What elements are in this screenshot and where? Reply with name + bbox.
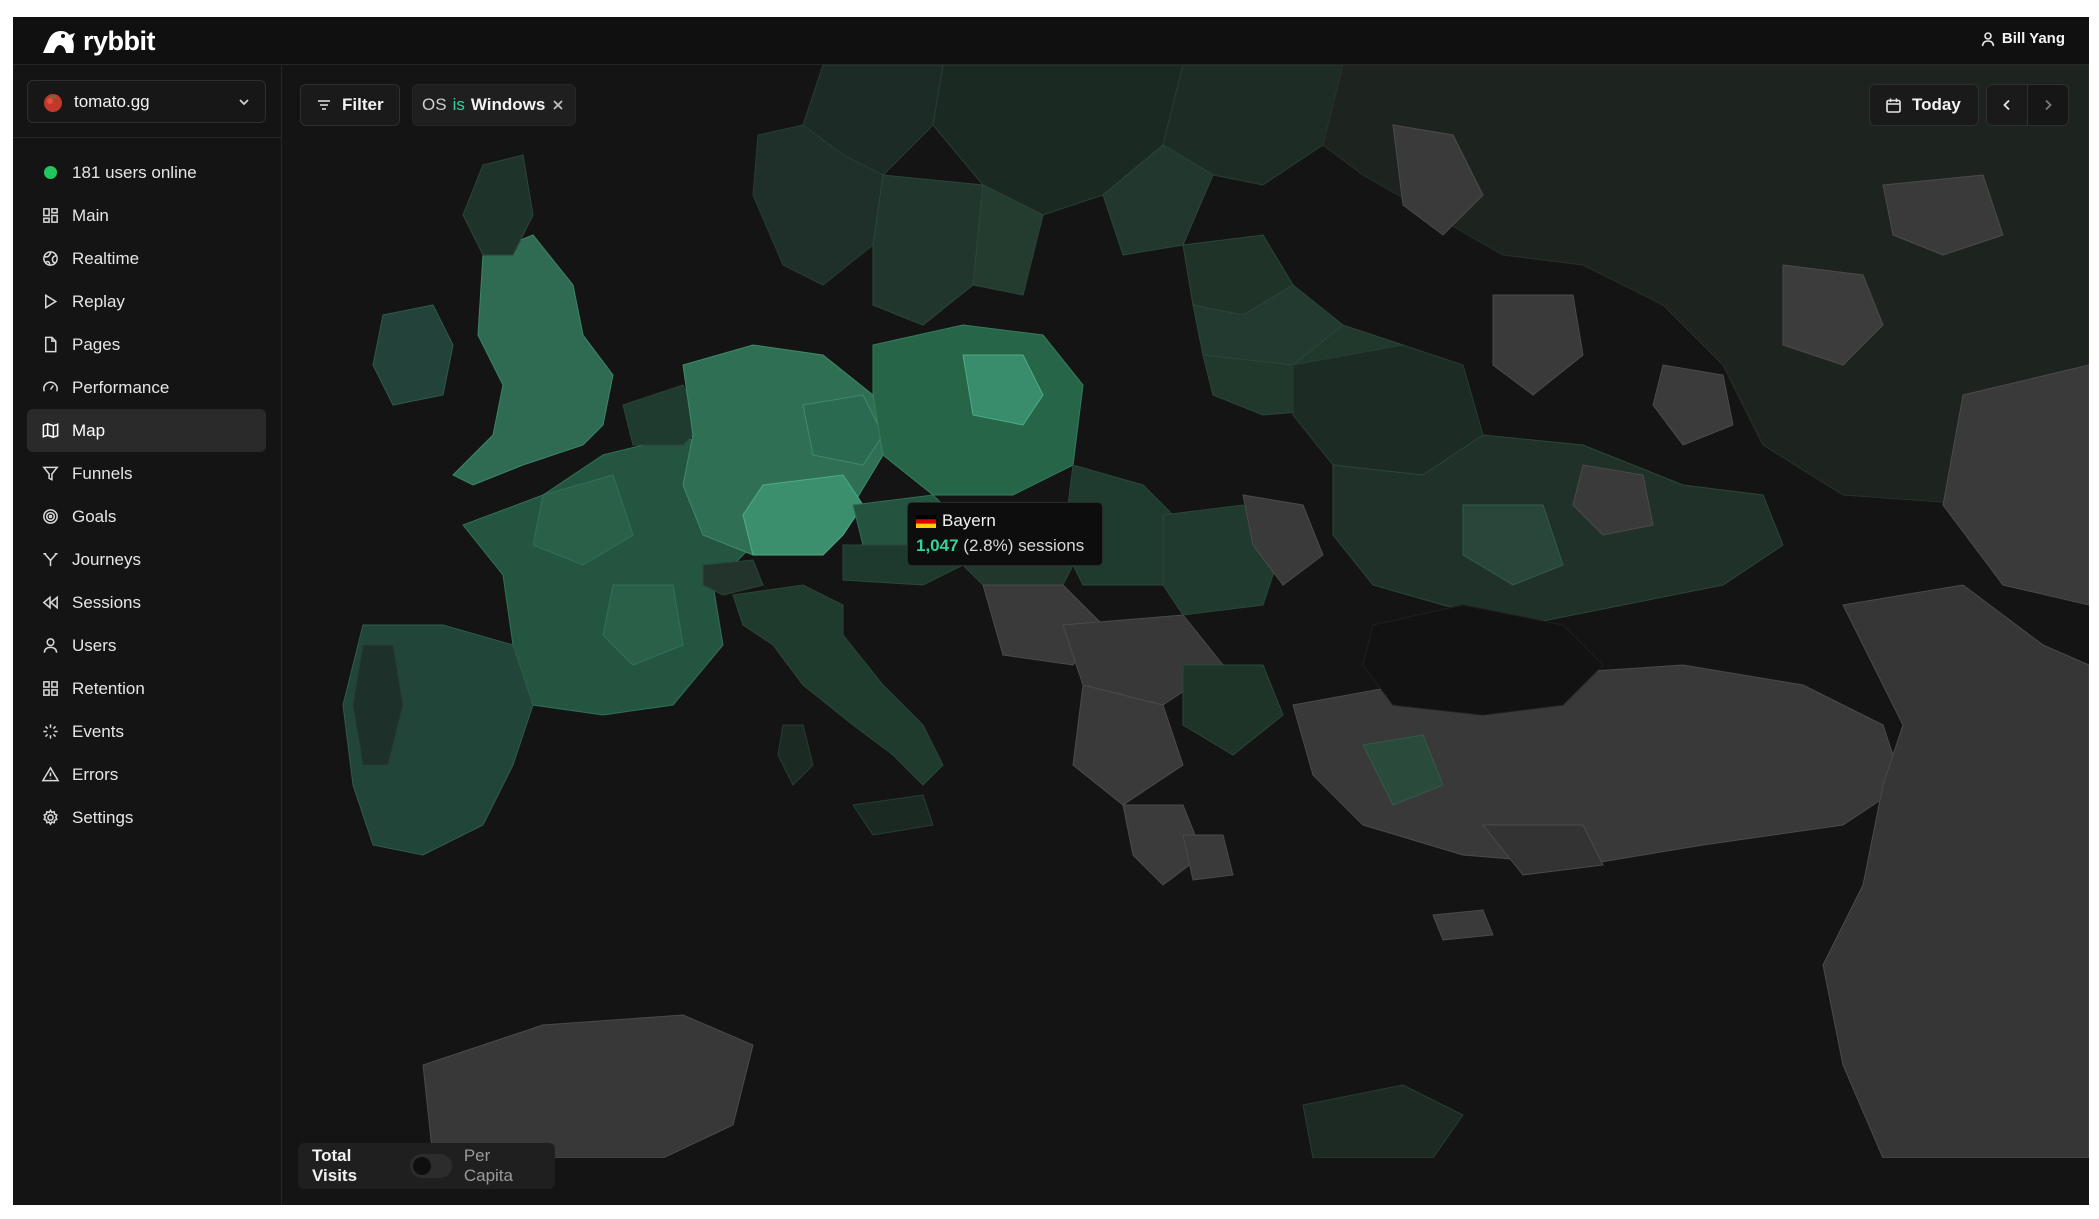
online-users-indicator: 181 users online [27, 151, 266, 194]
online-dot-icon [44, 166, 57, 179]
play-icon [44, 293, 58, 310]
funnel-icon [42, 466, 59, 481]
sidebar-item-label: Settings [72, 807, 134, 827]
sidebar: tomato.gg 181 users online Main Realtime… [13, 65, 282, 1205]
sidebar-item-map[interactable]: Map [27, 409, 266, 452]
map-area[interactable]: Filter OS is Windows Today Bayern 1,047 [283, 65, 2089, 1158]
filter-chip-value: Windows [470, 95, 546, 114]
split-icon [43, 553, 58, 567]
sidebar-item-label: Map [72, 420, 106, 440]
filter-button[interactable]: Filter [300, 84, 400, 126]
europe-choropleth-map[interactable] [283, 65, 2089, 1158]
gauge-icon [43, 381, 58, 392]
filter-chip-key: OS [422, 95, 447, 114]
sidebar-item-performance[interactable]: Performance [27, 366, 266, 409]
tomato-favicon-icon [44, 93, 62, 112]
sidebar-item-main[interactable]: Main [27, 194, 266, 237]
brand-name: rybbit [83, 25, 156, 56]
sidebar-item-label: Realtime [72, 248, 140, 268]
filter-chip-operator: is [452, 95, 465, 114]
sidebar-item-funnels[interactable]: Funnels [27, 452, 266, 495]
total-visits-label: Total Visits [312, 1146, 358, 1185]
logo[interactable]: rybbit [41, 25, 156, 57]
app-window: rybbit Bill Yang tomato.gg 181 users onl… [13, 17, 2089, 1205]
sidebar-nav: 181 users online Main Realtime Replay Pa… [27, 151, 266, 839]
map-icon [42, 423, 59, 438]
tooltip-region: Bayern [942, 511, 996, 530]
filter-chip[interactable]: OS is Windows [412, 84, 576, 126]
user-name: Bill Yang [2001, 30, 2065, 47]
sidebar-item-realtime[interactable]: Realtime [27, 237, 266, 280]
gear-icon [43, 808, 58, 826]
next-period-button[interactable] [2027, 84, 2069, 126]
calendar-icon [1886, 98, 1901, 113]
grid-icon [43, 681, 58, 696]
sidebar-item-retention[interactable]: Retention [27, 667, 266, 710]
sidebar-item-users[interactable]: Users [27, 624, 266, 667]
sidebar-item-errors[interactable]: Errors [27, 753, 266, 796]
user-icon [43, 638, 58, 653]
sidebar-item-label: Main [72, 205, 109, 225]
toggle-knob [412, 1157, 431, 1175]
sidebar-item-label: Pages [72, 334, 121, 354]
map-mode-toggle-bar: Total Visits Per Capita [298, 1143, 555, 1189]
file-icon [44, 336, 57, 353]
tooltip-sessions-value: 1,047 [916, 536, 959, 555]
de-flag-icon [916, 514, 936, 528]
rewind-icon [42, 595, 58, 610]
sidebar-item-label: Sessions [72, 592, 141, 612]
sidebar-item-label: Users [72, 635, 117, 655]
sidebar-item-label: Funnels [72, 463, 133, 483]
sidebar-item-events[interactable]: Events [27, 710, 266, 753]
filter-label: Filter [342, 95, 384, 114]
close-icon[interactable] [551, 98, 565, 112]
site-name: tomato.gg [74, 91, 150, 111]
sidebar-item-label: Goals [72, 506, 117, 526]
chevron-left-icon [2003, 99, 2010, 111]
grid-icon [43, 208, 58, 223]
date-label: Today [1912, 95, 1961, 114]
sparkle-icon [43, 724, 58, 739]
map-tooltip: Bayern 1,047 (2.8%) sessions [907, 502, 1103, 566]
sidebar-item-label: Replay [72, 291, 125, 311]
user-icon [1981, 31, 1995, 46]
warning-icon [41, 766, 60, 782]
filter-lines-icon [318, 100, 330, 110]
top-bar: rybbit Bill Yang [13, 17, 2089, 65]
sidebar-item-journeys[interactable]: Journeys [27, 538, 266, 581]
date-picker-button[interactable]: Today [1869, 84, 1979, 126]
sidebar-item-label: Events [72, 721, 124, 741]
frog-logo-icon [43, 31, 75, 53]
sidebar-item-replay[interactable]: Replay [27, 280, 266, 323]
target-icon [43, 509, 58, 524]
per-capita-toggle[interactable] [409, 1154, 452, 1178]
sidebar-divider [13, 137, 282, 138]
online-users-text: 181 users online [72, 162, 197, 182]
previous-period-button[interactable] [1986, 84, 2028, 126]
sidebar-item-label: Retention [72, 678, 145, 698]
chevron-right-icon [2045, 99, 2052, 111]
per-capita-label: Per Capita [463, 1146, 513, 1185]
chevron-down-icon [239, 98, 249, 105]
sidebar-item-label: Performance [72, 377, 170, 397]
sidebar-item-pages[interactable]: Pages [27, 323, 266, 366]
sidebar-item-settings[interactable]: Settings [27, 796, 266, 839]
sidebar-item-goals[interactable]: Goals [27, 495, 266, 538]
user-menu[interactable]: Bill Yang [1980, 30, 2065, 47]
sidebar-item-sessions[interactable]: Sessions [27, 581, 266, 624]
sidebar-item-label: Journeys [72, 549, 141, 569]
globe-icon [43, 251, 58, 266]
sidebar-item-label: Errors [72, 764, 119, 784]
tooltip-sessions-detail: (2.8%) sessions [963, 536, 1085, 555]
site-selector[interactable]: tomato.gg [27, 80, 266, 123]
